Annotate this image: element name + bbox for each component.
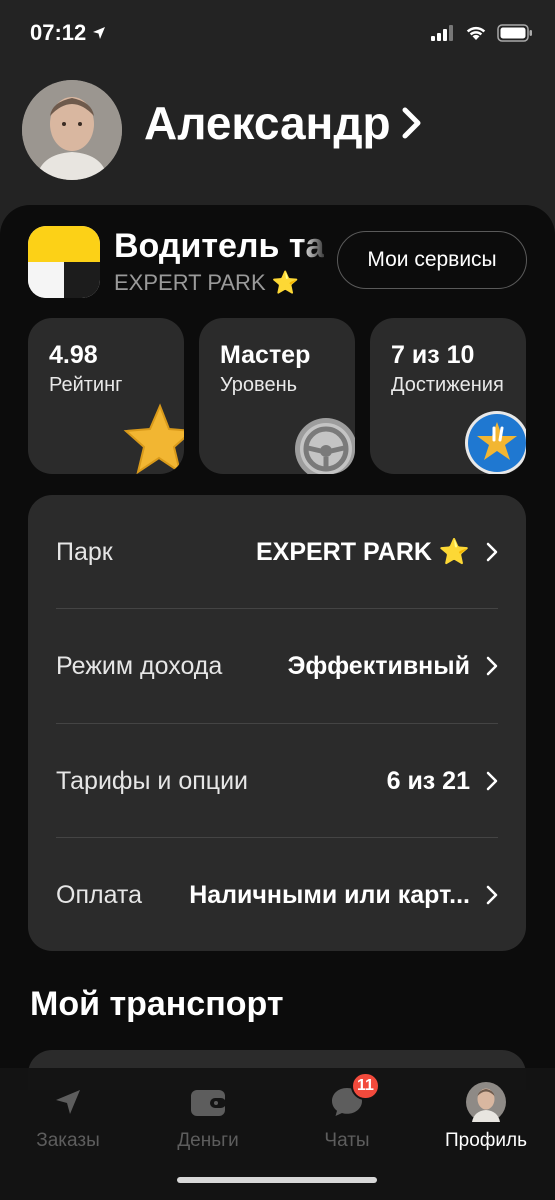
achievements-card[interactable]: 7 из 10 Достижения	[370, 318, 526, 474]
tab-bar: Заказы Деньги 11 Чаты Профиль	[0, 1068, 555, 1200]
profile-name-link[interactable]: Александр	[144, 96, 423, 150]
level-card[interactable]: Мастер Уровень	[199, 318, 355, 474]
achievements-label: Достижения	[391, 374, 504, 396]
achievement-badge-icon	[465, 411, 526, 474]
chevron-right-icon	[402, 107, 421, 139]
settings-row-tariffs[interactable]: Тарифы и опции 6 из 21	[56, 724, 498, 838]
chats-unread-badge: 11	[351, 1072, 380, 1100]
tab-orders[interactable]: Заказы	[8, 1082, 128, 1152]
rating-card[interactable]: 4.98 Рейтинг	[28, 318, 184, 474]
avatar[interactable]	[22, 80, 122, 180]
level-label: Уровень	[220, 374, 298, 396]
title-fade	[300, 224, 330, 304]
tab-label: Чаты	[324, 1130, 370, 1151]
chevron-right-icon	[486, 656, 498, 676]
taxi-logo-icon	[28, 226, 100, 298]
row-label: Парк	[56, 537, 113, 566]
level-value: Мастер	[220, 341, 311, 369]
row-label: Режим дохода	[56, 651, 223, 680]
signal-icon	[431, 25, 453, 41]
settings-list: Парк EXPERT PARK ⭐ Режим дохода Эффектив…	[28, 495, 526, 951]
status-time: 07:12	[30, 20, 106, 46]
transport-section-title: Мой транспорт	[30, 985, 284, 1023]
driver-title: Водитель такси	[114, 227, 324, 265]
navigation-arrow-icon	[56, 1090, 80, 1114]
avatar	[466, 1082, 506, 1122]
wifi-icon	[466, 26, 486, 40]
chevron-right-icon	[486, 771, 498, 791]
settings-row-income-mode[interactable]: Режим дохода Эффективный	[56, 609, 498, 723]
achievements-value: 7 из 10	[391, 341, 475, 369]
profile-name: Александр	[144, 97, 391, 149]
chevron-right-icon	[486, 885, 498, 905]
tab-label: Заказы	[36, 1130, 100, 1151]
status-time-text: 07:12	[30, 20, 87, 45]
row-value: 6 из 21	[386, 766, 470, 795]
tab-money[interactable]: Деньги	[148, 1082, 268, 1152]
driver-park-subtitle: EXPERT PARK ⭐	[114, 270, 300, 295]
driver-info: Водитель такси EXPERT PARK ⭐	[114, 224, 324, 296]
my-services-button[interactable]: Мои сервисы	[337, 231, 527, 289]
user-photo-icon	[22, 80, 122, 180]
steering-wheel-icon	[295, 418, 355, 474]
wallet-icon	[191, 1090, 226, 1116]
rating-label: Рейтинг	[49, 374, 123, 396]
tab-label: Профиль	[444, 1130, 528, 1151]
tab-profile[interactable]: Профиль	[426, 1082, 546, 1152]
profile-screen: 07:12 Александр Водитель EXPERT PARK ⭐ М…	[0, 0, 555, 1200]
tab-label: Деньги	[177, 1130, 239, 1151]
star-icon	[123, 403, 184, 474]
row-value: EXPERT PARK ⭐	[255, 537, 470, 566]
settings-row-park[interactable]: Парк EXPERT PARK ⭐	[56, 495, 498, 609]
settings-row-payment[interactable]: Оплата Наличными или карт...	[56, 838, 498, 952]
rating-value: 4.98	[49, 341, 98, 369]
row-label: Тарифы и опции	[56, 766, 249, 795]
battery-icon	[497, 24, 532, 42]
chevron-right-icon	[486, 542, 498, 562]
location-arrow-icon	[93, 27, 106, 39]
status-icons	[431, 24, 533, 42]
row-value: Наличными или карт...	[189, 880, 470, 909]
tab-chats[interactable]: 11 Чаты	[287, 1072, 407, 1152]
row-value: Эффективный	[287, 651, 470, 680]
row-label: Оплата	[56, 880, 142, 909]
home-indicator	[177, 1177, 377, 1183]
yandex-pro-logo-icon	[28, 226, 100, 298]
